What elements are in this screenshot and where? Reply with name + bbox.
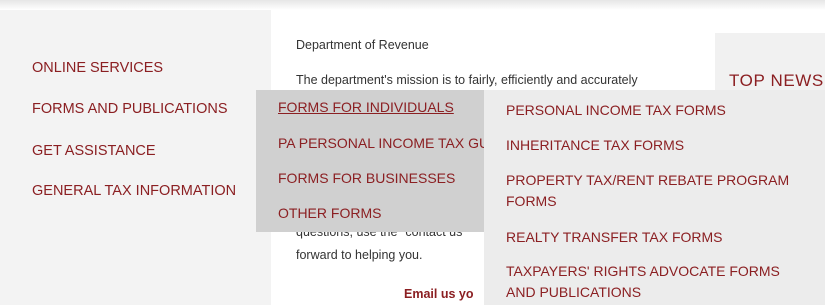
- submenu-item-realty-transfer-tax-forms[interactable]: REALTY TRANSFER TAX FORMS: [506, 227, 806, 248]
- sidebar-item-forms-and-publications[interactable]: FORMS AND PUBLICATIONS: [32, 101, 228, 117]
- top-shadow: [0, 0, 825, 10]
- submenu-item-personal-income-tax-forms[interactable]: PERSONAL INCOME TAX FORMS: [506, 100, 806, 121]
- email-us-link[interactable]: Email us yo: [404, 287, 473, 301]
- sidebar-nav: ONLINE SERVICES FORMS AND PUBLICATIONS G…: [0, 10, 271, 305]
- submenu-item-property-tax-rent-rebate-forms[interactable]: PROPERTY TAX/RENT REBATE PROGRAM FORMS: [506, 170, 806, 212]
- sidebar-item-online-services[interactable]: ONLINE SERVICES: [32, 60, 163, 76]
- content-heading: Department of Revenue: [296, 38, 429, 52]
- top-news-title: TOP NEWS: [729, 71, 824, 90]
- sidebar-item-get-assistance[interactable]: GET ASSISTANCE: [32, 143, 156, 159]
- mission-text: The department's mission is to fairly, e…: [296, 73, 638, 87]
- menu-item-other-forms[interactable]: OTHER FORMS: [278, 205, 381, 221]
- sidebar-item-general-tax-information[interactable]: GENERAL TAX INFORMATION: [32, 183, 236, 199]
- forms-dropdown-menu: FORMS FOR INDIVIDUALS PA PERSONAL INCOME…: [256, 90, 484, 232]
- individual-forms-submenu: PERSONAL INCOME TAX FORMS INHERITANCE TA…: [484, 90, 825, 305]
- submenu-item-taxpayers-rights-advocate-forms[interactable]: TAXPAYERS' RIGHTS ADVOCATE FORMS AND PUB…: [506, 261, 806, 303]
- submenu-item-inheritance-tax-forms[interactable]: INHERITANCE TAX FORMS: [506, 135, 806, 156]
- menu-item-forms-for-businesses[interactable]: FORMS FOR BUSINESSES: [278, 170, 455, 186]
- forward-text: forward to helping you.: [296, 248, 423, 262]
- menu-item-pa-personal-income-tax-guide[interactable]: PA PERSONAL INCOME TAX GUIDE: [278, 135, 484, 151]
- menu-item-forms-for-individuals[interactable]: FORMS FOR INDIVIDUALS: [278, 99, 454, 115]
